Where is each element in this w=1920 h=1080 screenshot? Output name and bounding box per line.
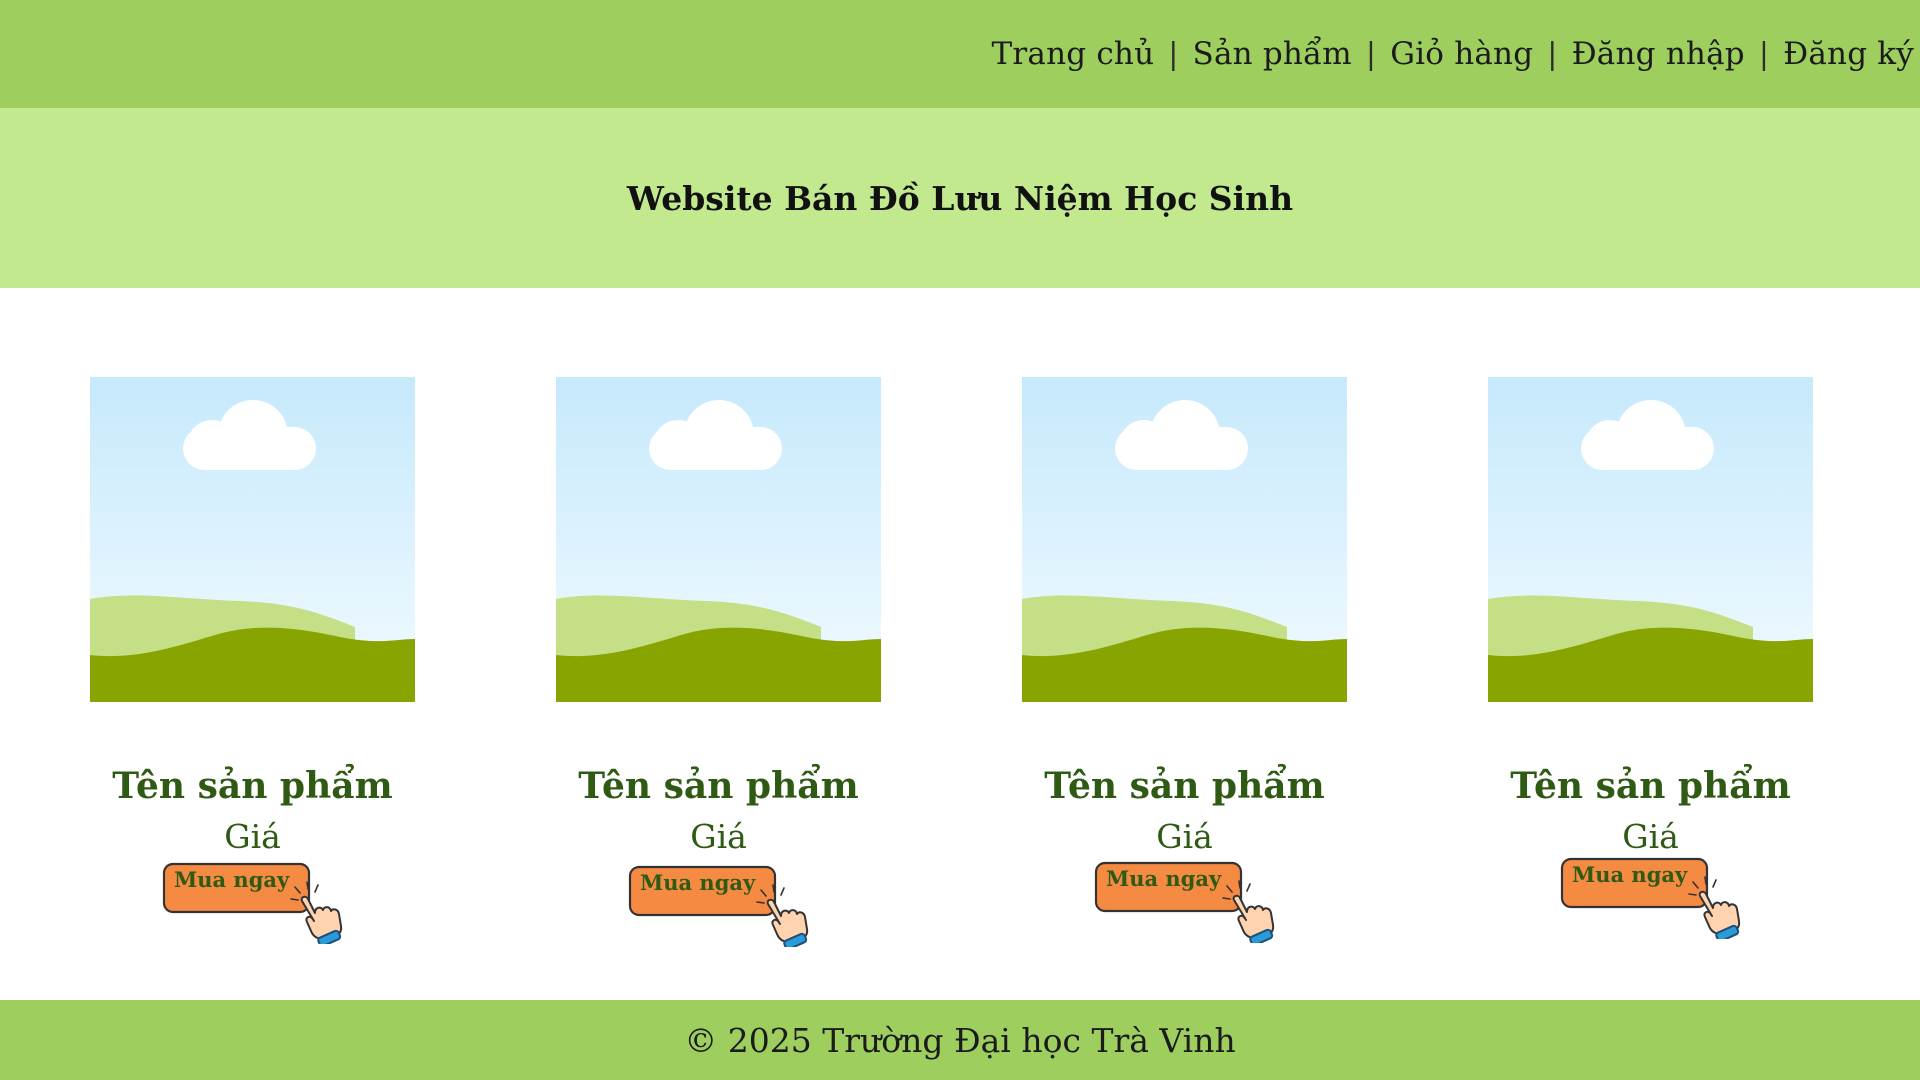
landscape-placeholder-icon[interactable] (556, 377, 881, 702)
nav-link-products[interactable]: Sản phẩm (1193, 36, 1352, 72)
pointing-hand-icon (1219, 878, 1279, 943)
buy-now-label: Mua ngay (174, 867, 290, 892)
product-name: Tên sản phẩm (1510, 765, 1791, 807)
page-title: Website Bán Đồ Lưu Niệm Học Sinh (626, 178, 1294, 218)
nav-link-home[interactable]: Trang chủ (992, 36, 1155, 72)
buy-now-button[interactable]: Mua ngay (1094, 861, 1279, 943)
hero-banner: Website Bán Đồ Lưu Niệm Học Sinh (0, 108, 1920, 288)
product-price: Giá (690, 817, 747, 856)
product-price: Giá (224, 817, 281, 856)
nav-link-login[interactable]: Đăng nhập (1572, 36, 1745, 72)
landscape-placeholder-icon[interactable] (1488, 377, 1813, 702)
pointing-hand-icon (287, 879, 347, 944)
footer-copyright: © 2025 Trường Đại học Trà Vinh (684, 1020, 1236, 1060)
nav-separator: | (1168, 36, 1179, 72)
pointing-hand-icon (1685, 874, 1745, 939)
nav-link-register[interactable]: Đăng ký (1783, 36, 1914, 72)
buy-now-button[interactable]: Mua ngay (162, 862, 347, 944)
product-name: Tên sản phẩm (578, 765, 859, 807)
nav-link-cart[interactable]: Giỏ hàng (1390, 36, 1533, 72)
nav-separator: | (1758, 36, 1770, 72)
nav-separator: | (1547, 36, 1558, 72)
product-price: Giá (1622, 817, 1679, 856)
landscape-placeholder-icon[interactable] (90, 377, 415, 702)
landscape-placeholder-icon[interactable] (1022, 377, 1347, 702)
buy-now-button[interactable]: Mua ngay (1560, 857, 1745, 939)
product-name: Tên sản phẩm (1044, 765, 1325, 807)
page-footer: © 2025 Trường Đại học Trà Vinh (0, 1000, 1920, 1080)
buy-now-label: Mua ngay (640, 870, 756, 895)
buy-now-label: Mua ngay (1572, 862, 1688, 887)
product-price: Giá (1156, 817, 1213, 856)
main-nav: Trang chủ | Sản phẩm | Giỏ hàng | Đăng n… (992, 0, 1915, 108)
buy-now-button[interactable]: Mua ngay (628, 865, 813, 947)
product-name: Tên sản phẩm (112, 765, 393, 807)
nav-separator: | (1365, 36, 1377, 72)
buy-now-label: Mua ngay (1106, 866, 1222, 891)
top-navigation-bar: Trang chủ | Sản phẩm | Giỏ hàng | Đăng n… (0, 0, 1920, 108)
pointing-hand-icon (753, 882, 813, 947)
